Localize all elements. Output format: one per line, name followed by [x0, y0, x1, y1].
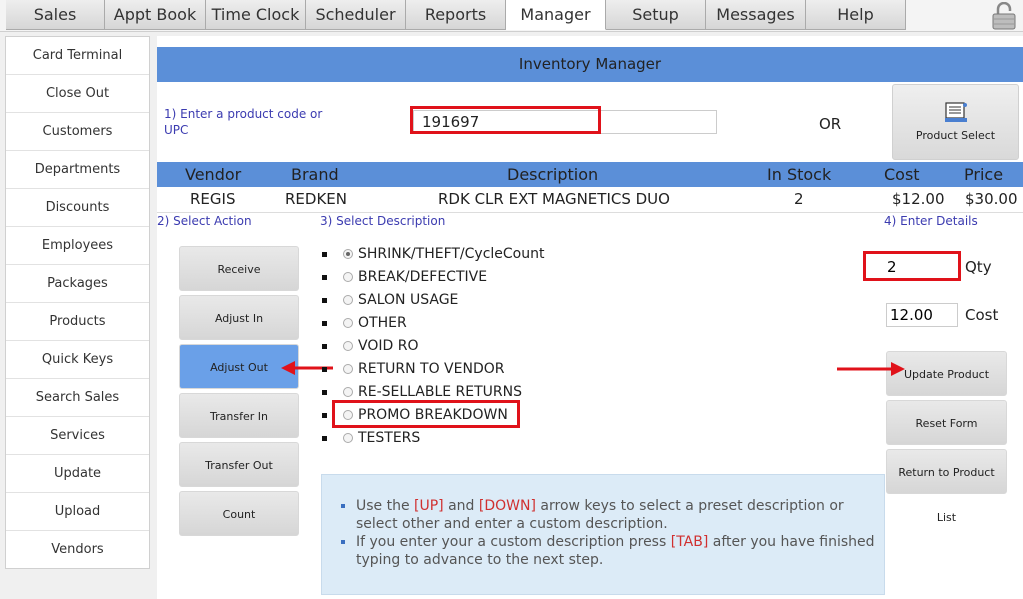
tab-setup[interactable]: Setup — [606, 0, 706, 30]
or-label: OR — [819, 115, 842, 133]
return-to-product-list-button[interactable]: Return to Product List — [886, 449, 1007, 524]
adjust-in-button[interactable]: Adjust In — [179, 295, 299, 340]
radio-button[interactable] — [343, 341, 353, 351]
cell-price: $30.00 — [965, 190, 1018, 208]
header-description: Description — [507, 165, 599, 184]
sidebar-item-discounts[interactable]: Discounts — [6, 189, 149, 227]
product-select-button[interactable]: Product Select — [892, 84, 1019, 160]
help-line-2: If you enter your a custom description p… — [356, 533, 884, 569]
header-vendor: Vendor — [185, 165, 242, 184]
cost-input[interactable] — [886, 303, 958, 327]
reset-form-button[interactable]: Reset Form — [886, 400, 1007, 445]
radio-button[interactable] — [343, 318, 353, 328]
sidebar-item-departments[interactable]: Departments — [6, 151, 149, 189]
qty-label: Qty — [965, 258, 992, 276]
radio-button[interactable] — [343, 387, 353, 397]
tab-appt-book[interactable]: Appt Book — [105, 0, 206, 30]
product-list-icon — [944, 102, 967, 122]
tab-scheduler[interactable]: Scheduler — [306, 0, 406, 30]
cost-label: Cost — [965, 306, 999, 324]
promo-highlight-box — [332, 400, 520, 428]
radio-button[interactable] — [343, 295, 353, 305]
lock-icon[interactable] — [989, 2, 1019, 30]
main-panel: Inventory Manager 1) Enter a product cod… — [157, 36, 1023, 599]
table-row[interactable]: REGIS REDKEN RDK CLR EXT MAGNETICS DUO 2… — [157, 187, 1023, 213]
sidebar-item-quick-keys[interactable]: Quick Keys — [6, 341, 149, 379]
transfer-in-button[interactable]: Transfer In — [179, 393, 299, 438]
radio-button[interactable] — [343, 272, 353, 282]
product-select-label: Product Select — [915, 129, 996, 142]
sidebar-item-employees[interactable]: Employees — [6, 227, 149, 265]
header-brand: Brand — [291, 165, 339, 184]
tab-time-clock[interactable]: Time Clock — [206, 0, 306, 30]
bullet — [322, 344, 327, 349]
header-price: Price — [964, 165, 1004, 184]
bullet — [322, 436, 327, 441]
header-in-stock: In Stock — [767, 165, 832, 184]
bullet — [322, 413, 327, 418]
radio-label: BREAK/DEFECTIVE — [358, 269, 488, 285]
tab-help[interactable]: Help — [806, 0, 906, 30]
sidebar-item-vendors[interactable]: Vendors — [6, 531, 149, 568]
sidebar-item-packages[interactable]: Packages — [6, 265, 149, 303]
step1-label: 1) Enter a product code or UPC — [164, 107, 323, 137]
sidebar-item-close-out[interactable]: Close Out — [6, 75, 149, 113]
bullet — [322, 321, 327, 326]
qty-highlight-box — [863, 251, 961, 281]
sidebar-item-search-sales[interactable]: Search Sales — [6, 379, 149, 417]
sidebar-item-customers[interactable]: Customers — [6, 113, 149, 151]
step2-label: 2) Select Action — [157, 214, 252, 228]
radio-button[interactable] — [343, 364, 353, 374]
arrow-right-icon — [837, 362, 905, 376]
step3-label: 3) Select Description — [320, 214, 446, 228]
sidebar: Card Terminal Close Out Customers Depart… — [5, 36, 150, 569]
code-highlight-box — [410, 106, 601, 134]
page-title: Inventory Manager — [157, 47, 1023, 82]
help-box: Use the [UP] and [DOWN] arrow keys to se… — [321, 474, 885, 595]
bullet — [322, 390, 327, 395]
sidebar-item-upload[interactable]: Upload — [6, 493, 149, 531]
header-cost: Cost — [884, 165, 920, 184]
cell-brand: REDKEN — [285, 190, 347, 208]
top-nav: Sales Appt Book Time Clock Scheduler Rep… — [0, 0, 1023, 32]
cell-in-stock: 2 — [794, 190, 804, 208]
bullet — [322, 298, 327, 303]
radio-button[interactable] — [343, 433, 353, 443]
step4-label: 4) Enter Details — [884, 214, 978, 228]
cell-description: RDK CLR EXT MAGNETICS DUO — [438, 190, 670, 208]
bullet — [322, 252, 327, 257]
tab-manager[interactable]: Manager — [506, 0, 606, 30]
tab-reports[interactable]: Reports — [406, 0, 506, 30]
receive-button[interactable]: Receive — [179, 246, 299, 291]
radio-label: OTHER — [358, 315, 407, 331]
count-button[interactable]: Count — [179, 491, 299, 536]
sidebar-item-services[interactable]: Services — [6, 417, 149, 455]
cell-vendor: REGIS — [190, 190, 236, 208]
radio-label: VOID RO — [358, 338, 419, 354]
sidebar-item-update[interactable]: Update — [6, 455, 149, 493]
radio-label: RETURN TO VENDOR — [358, 361, 505, 377]
help-line-1: Use the [UP] and [DOWN] arrow keys to se… — [356, 497, 884, 533]
bullet — [322, 275, 327, 280]
radio-button[interactable] — [343, 249, 353, 259]
transfer-out-button[interactable]: Transfer Out — [179, 442, 299, 487]
sidebar-item-card-terminal[interactable]: Card Terminal — [6, 37, 149, 75]
sidebar-item-products[interactable]: Products — [6, 303, 149, 341]
tab-messages[interactable]: Messages — [706, 0, 806, 30]
radio-label: SALON USAGE — [358, 292, 459, 308]
cell-cost: $12.00 — [892, 190, 945, 208]
radio-label: TESTERS — [358, 430, 421, 446]
tab-sales[interactable]: Sales — [6, 0, 105, 30]
radio-label: SHRINK/THEFT/CycleCount — [358, 246, 545, 262]
bullet — [322, 367, 327, 372]
product-table-header: Vendor Brand Description In Stock Cost P… — [157, 162, 1023, 187]
